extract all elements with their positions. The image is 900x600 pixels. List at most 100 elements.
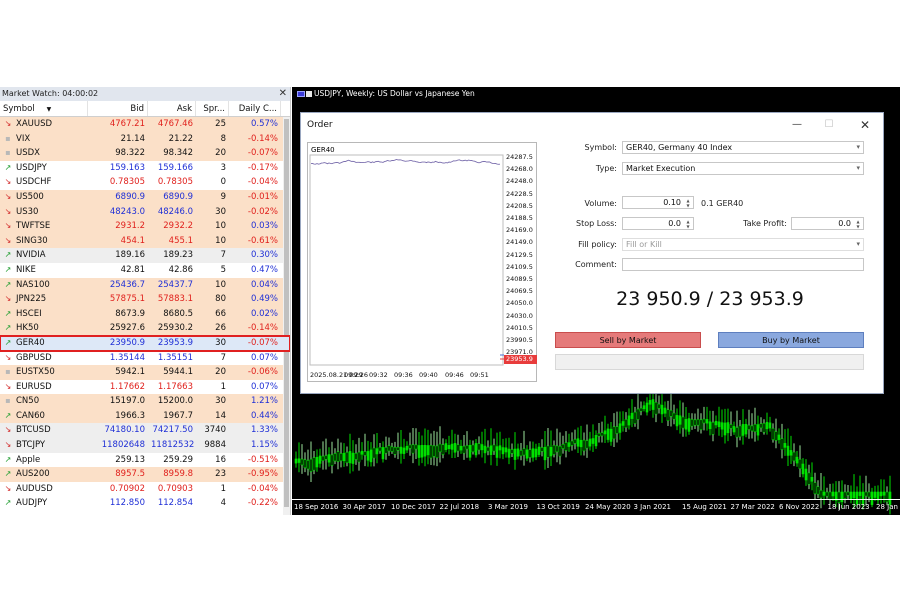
chevron-down-icon[interactable]: ▾: [856, 239, 860, 250]
candle-body: [312, 457, 316, 471]
buy-by-market-button[interactable]: Buy by Market: [718, 332, 864, 348]
market-watch-row[interactable]: ↗ HK50 25927.6 25930.2 26 -0.14%: [0, 321, 290, 336]
market-watch-row[interactable]: ↗ NIKE 42.81 42.86 5 0.47%: [0, 262, 290, 278]
market-watch-panel: Market Watch: 04:00:02 ✕ Symbol ▼ Bid Ask…: [0, 87, 291, 515]
market-watch-row[interactable]: ↗ AUDJPY 112.850 112.854 4 -0.22%: [0, 496, 290, 512]
column-header-daily-change[interactable]: Daily C...: [229, 101, 281, 116]
market-watch-row[interactable]: ↘ SING30 454.1 455.1 10 -0.61%: [0, 233, 290, 249]
market-watch-row[interactable]: ↗ GER40 23950.9 23953.9 30 -0.07%: [0, 334, 290, 352]
column-header-spread[interactable]: Spr...: [196, 101, 229, 116]
ask-cell: 21.22: [168, 133, 193, 144]
minimize-icon[interactable]: —: [785, 113, 809, 137]
ask-cell: 8959.8: [163, 469, 193, 480]
daily-change-cell: -0.01%: [247, 191, 278, 202]
candle-body: [774, 431, 778, 441]
type-select-value: Market Execution: [626, 164, 696, 173]
bid-cell: 259.13: [115, 454, 145, 465]
spin-icon[interactable]: ▲ ▼: [854, 219, 862, 229]
time-axis-label: 18 Jun 2023: [827, 503, 870, 511]
candle-body: [393, 447, 397, 455]
market-watch-row[interactable]: ↘ GBPUSD 1.35144 1.35151 7 0.07%: [0, 350, 290, 366]
spin-icon[interactable]: ▲ ▼: [684, 198, 692, 208]
market-watch-row[interactable]: ▪ VIX 21.14 21.22 8 -0.14%: [0, 131, 290, 147]
market-watch-row[interactable]: ↘ US500 6890.9 6890.9 9 -0.01%: [0, 189, 290, 205]
bid-cell: 57875.1: [109, 294, 145, 305]
column-header-symbol[interactable]: Symbol ▼: [0, 101, 88, 116]
market-watch-row[interactable]: ↗ AUS200 8957.5 8959.8 23 -0.95%: [0, 467, 290, 482]
market-watch-row[interactable]: ↘ BTCUSD 74180.10 74217.50 3740 1.33%: [0, 423, 290, 439]
order-dialog-title: Order: [307, 120, 333, 130]
ask-cell: 259.29: [163, 454, 193, 465]
market-watch-row[interactable]: ↘ USDCHF 0.78305 0.78305 0 -0.04%: [0, 175, 290, 190]
market-watch-row[interactable]: ↘ JPN225 57875.1 57883.1 80 0.49%: [0, 292, 290, 307]
tick-chart-plot: [309, 154, 504, 366]
column-header-bid[interactable]: Bid: [88, 101, 148, 116]
symbol-select[interactable]: GER40, Germany 40 Index ▾: [622, 141, 864, 154]
daily-change-cell: 0.57%: [250, 119, 278, 129]
market-watch-row[interactable]: ↗ NVIDIA 189.16 189.23 7 0.30%: [0, 248, 290, 263]
stop-loss-input[interactable]: 0.0 ▲ ▼: [622, 217, 694, 230]
market-watch-row[interactable]: ↘ AUDUSD 0.70902 0.70903 1 -0.04%: [0, 481, 290, 497]
trend-up-arrow-icon: ↗: [4, 264, 12, 274]
market-watch-row[interactable]: ↗ Apple 259.13 259.29 16 -0.51%: [0, 452, 290, 468]
price-axis-label: 24010.5: [506, 323, 533, 332]
market-watch-row[interactable]: ↘ TWFTSE 2931.2 2932.2 10 0.03%: [0, 219, 290, 234]
maximize-icon[interactable]: ☐: [817, 113, 841, 137]
close-icon[interactable]: ✕: [279, 87, 287, 101]
volume-input[interactable]: 0.10 ▲ ▼: [622, 196, 694, 209]
bid-cell: 189.16: [115, 250, 145, 261]
spin-icon[interactable]: ▲ ▼: [684, 219, 692, 229]
market-watch-row[interactable]: ↗ CAN60 1966.3 1967.7 14 0.44%: [0, 408, 290, 424]
scrollbar-thumb[interactable]: [284, 119, 289, 507]
price-axis-label: 23971.0: [506, 348, 533, 357]
market-watch-row[interactable]: ↘ EURUSD 1.17662 1.17663 1 0.07%: [0, 379, 290, 395]
symbol-name: NVIDIA: [16, 250, 46, 261]
candle-body: [732, 426, 736, 433]
candle-body: [420, 445, 424, 458]
candle-body: [540, 447, 544, 452]
candle-body: [750, 425, 754, 432]
close-icon[interactable]: ✕: [853, 113, 877, 137]
market-watch-row[interactable]: ↘ BTCJPY 11802648 11812532 9884 1.15%: [0, 438, 290, 453]
candle-body: [777, 434, 781, 440]
fill-policy-select[interactable]: Fill or Kill ▾: [622, 238, 864, 251]
symbol-cell: ↘ GBPUSD: [0, 351, 88, 366]
market-watch-row[interactable]: ↘ US30 48243.0 48246.0 30 -0.02%: [0, 204, 290, 220]
market-watch-row[interactable]: ▪ CN50 15197.0 15200.0 30 1.21%: [0, 394, 290, 409]
column-header-ask[interactable]: Ask: [148, 101, 196, 116]
daily-change-cell: 1.21%: [250, 396, 278, 407]
daily-change-cell: 1.15%: [250, 440, 278, 451]
comment-input[interactable]: [622, 258, 864, 271]
market-watch-row[interactable]: ↗ USDJPY 159.163 159.166 3 -0.17%: [0, 160, 290, 176]
market-watch-row[interactable]: ▪ EUSTX50 5942.1 5944.1 20 -0.06%: [0, 365, 290, 380]
ask-cell: 8680.5: [163, 308, 193, 319]
chevron-down-icon[interactable]: ▾: [856, 163, 860, 174]
take-profit-input[interactable]: 0.0 ▲ ▼: [791, 217, 864, 230]
candle-body: [663, 407, 667, 414]
market-watch-row[interactable]: ↗ HSCEI 8673.9 8680.5 66 0.02%: [0, 306, 290, 322]
sort-down-icon[interactable]: ▼: [47, 106, 52, 113]
market-watch-row[interactable]: ↗ NAS100 25436.7 25437.7 10 0.04%: [0, 277, 290, 293]
ask-cell: 5944.1: [163, 367, 193, 378]
symbol-cell: ↗ HK50: [0, 321, 88, 336]
candle-body: [309, 458, 313, 472]
candle-body: [744, 423, 748, 435]
trend-up-arrow-icon: ↗: [4, 162, 12, 172]
time-axis-label: 6 Nov 2022: [779, 503, 820, 511]
candle-body: [621, 421, 625, 426]
candle-body: [534, 448, 538, 458]
candle-body: [735, 427, 739, 438]
sell-by-market-button[interactable]: Sell by Market: [555, 332, 701, 348]
spread-cell: 3740: [204, 425, 226, 436]
time-axis-label: 09:36: [394, 371, 413, 379]
candle-body: [387, 445, 391, 452]
market-watch-scrollbar[interactable]: [283, 117, 290, 515]
market-watch-row[interactable]: ↘ XAUUSD 4767.21 4767.46 25 0.57%: [0, 117, 290, 132]
type-select[interactable]: Market Execution ▾: [622, 162, 864, 175]
trend-down-arrow-icon: ↘: [4, 235, 12, 245]
quote-display: 23 950.9 / 23 953.9: [616, 288, 804, 310]
candle-body: [339, 453, 343, 462]
market-watch-row[interactable]: ▪ USDX 98.322 98.342 20 -0.07%: [0, 146, 290, 161]
chevron-down-icon[interactable]: ▾: [856, 142, 860, 153]
trend-down-arrow-icon: ↘: [4, 294, 12, 304]
